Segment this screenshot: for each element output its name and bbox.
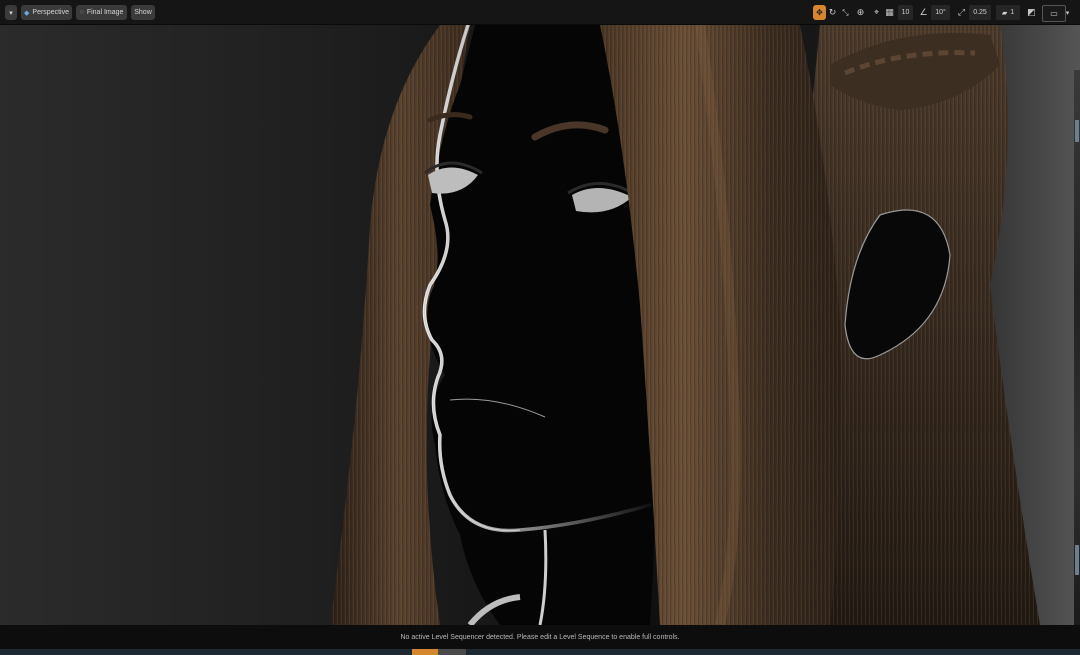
coordinate-space-button[interactable]: ⊕	[854, 5, 867, 20]
perspective-button[interactable]: ◆ Perspective	[21, 5, 72, 20]
angle-icon: ∠	[919, 7, 928, 17]
view-mode-button[interactable]: ○ Final Image	[76, 5, 127, 20]
camera-icon: ◆	[24, 9, 30, 17]
surface-snap-icon: ⌖	[873, 7, 880, 17]
scene-render	[330, 25, 1040, 625]
view-mode-label: Final Image	[86, 9, 124, 16]
perspective-label: Perspective	[32, 9, 69, 16]
show-label: Show	[134, 9, 152, 16]
scale-snap-icon: ⤢	[957, 7, 966, 17]
chevron-down-icon: ▾	[9, 9, 13, 17]
rotation-snap-button[interactable]: ∠	[917, 5, 930, 20]
scale-snap-value-label: 0.25	[973, 9, 987, 16]
timeline-playhead[interactable]	[412, 649, 438, 655]
level-viewport[interactable]	[0, 25, 1080, 625]
scale-snap-button[interactable]: ⤢	[955, 5, 968, 20]
layout-icon: ▭	[1050, 9, 1058, 18]
camera-speed-button[interactable]: ▰ 1	[996, 5, 1020, 20]
sequencer-status-bar: No active Level Sequencer detected. Plea…	[0, 625, 1080, 649]
maximize-icon: ◩	[1027, 7, 1036, 17]
timeline-range	[438, 649, 466, 655]
grid-snap-button[interactable]: ▦	[883, 5, 896, 20]
maximize-viewport-button[interactable]: ◩	[1025, 5, 1038, 20]
viewport-toolbar: ▾ ◆ Perspective ○ Final Image Show ✥ ↻ ⤡…	[0, 0, 1080, 25]
grid-icon: ▦	[885, 7, 894, 17]
scale-mode-button[interactable]: ⤡	[839, 5, 852, 20]
cutoff-side-panel	[1074, 70, 1080, 625]
show-button[interactable]: Show	[131, 5, 155, 20]
layout-dropdown[interactable]: ▾	[1063, 5, 1072, 20]
select-mode-button[interactable]: ✥	[813, 5, 826, 20]
rotate-mode-button[interactable]: ↻	[826, 5, 839, 20]
lit-icon: ○	[79, 9, 84, 16]
scale-snap-value[interactable]: 0.25	[969, 5, 991, 20]
panel-marker	[1075, 545, 1079, 575]
globe-icon: ⊕	[856, 7, 865, 17]
scale-icon: ⤡	[842, 7, 849, 17]
grid-snap-value[interactable]: 10	[898, 5, 913, 20]
status-message: No active Level Sequencer detected. Plea…	[400, 633, 680, 641]
rotation-snap-value-label: 10°	[935, 9, 946, 16]
rotation-snap-value[interactable]: 10°	[931, 5, 950, 20]
panel-marker	[1075, 120, 1079, 142]
translate-icon: ✥	[816, 8, 823, 17]
editor-window: ▾ ◆ Perspective ○ Final Image Show ✥ ↻ ⤡…	[0, 0, 1080, 655]
camera-speed-value-label: 1	[1010, 9, 1015, 16]
grid-snap-value-label: 10	[901, 9, 910, 16]
surface-snap-button[interactable]: ⌖	[870, 5, 883, 20]
chevron-down-icon: ▾	[1065, 9, 1070, 17]
timeline-strip[interactable]	[0, 649, 1080, 655]
viewport-options-button[interactable]: ▾	[5, 5, 17, 20]
rotate-icon: ↻	[828, 7, 837, 17]
camera-speed-icon: ▰	[1001, 9, 1008, 17]
